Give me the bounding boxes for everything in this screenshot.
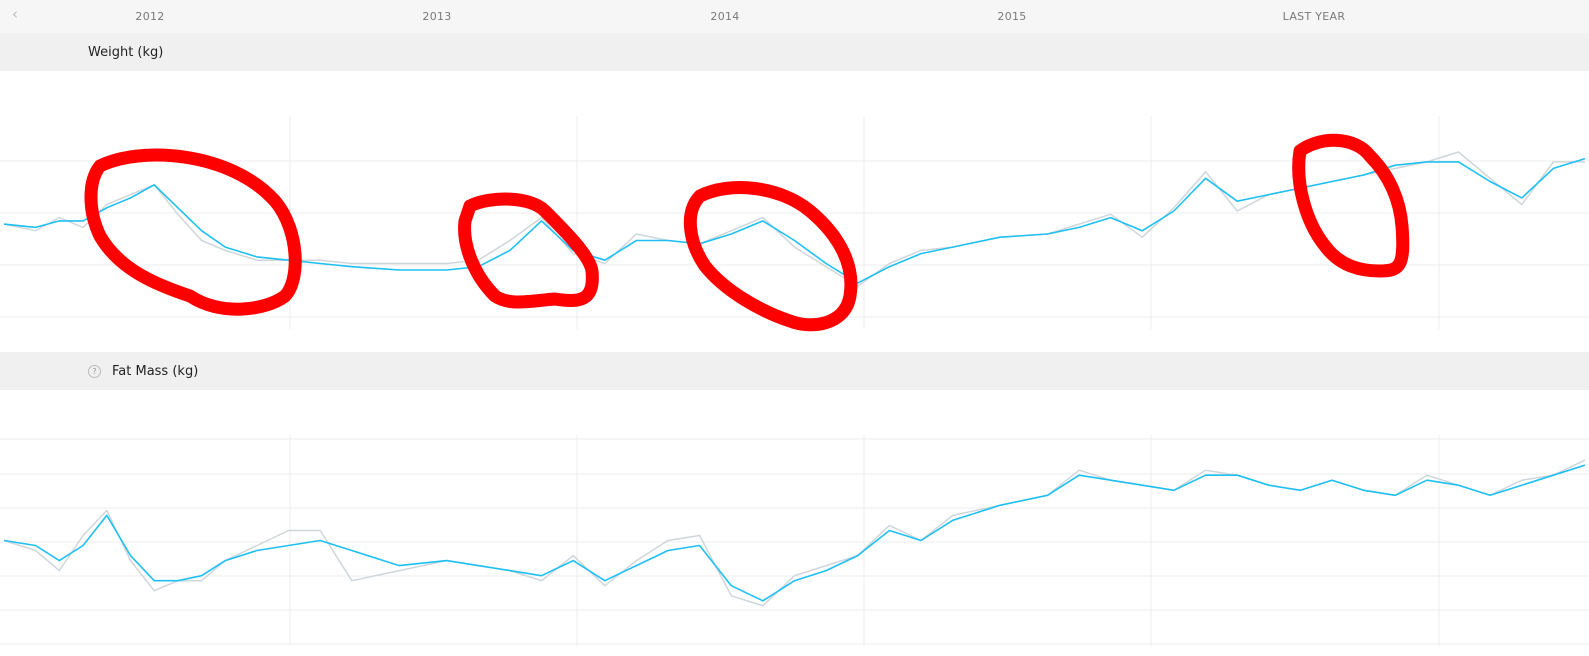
weight-title: Weight (kg) — [88, 45, 164, 60]
timeline-tick-2013[interactable]: 2013 — [422, 10, 451, 23]
timeline-tick-2015[interactable]: 2015 — [997, 10, 1026, 23]
timeline-tick-last-year[interactable]: LAST YEAR — [1283, 10, 1346, 23]
weight-panel-header: Weight (kg) — [0, 33, 1589, 71]
fat-mass-title: Fat Mass (kg) — [112, 364, 199, 379]
timeline-tick-2012[interactable]: 2012 — [135, 10, 164, 23]
fat-mass-chart — [0, 435, 1589, 646]
red-annotation-circle — [683, 181, 858, 332]
timeline-bar: ‹ 2012 2013 2014 2015 LAST YEAR — [0, 0, 1589, 34]
raw-series-line — [3, 459, 1586, 607]
trend-series-line — [3, 464, 1586, 602]
help-icon[interactable]: ? — [88, 365, 101, 378]
red-annotation-circle — [1292, 133, 1410, 278]
red-annotation-circle — [458, 192, 599, 309]
weight-chart — [0, 116, 1589, 332]
fat-mass-panel-header: ? Fat Mass (kg) — [0, 352, 1589, 390]
timeline-tick-2014[interactable]: 2014 — [710, 10, 739, 23]
chevron-left-icon[interactable]: ‹ — [12, 5, 18, 23]
